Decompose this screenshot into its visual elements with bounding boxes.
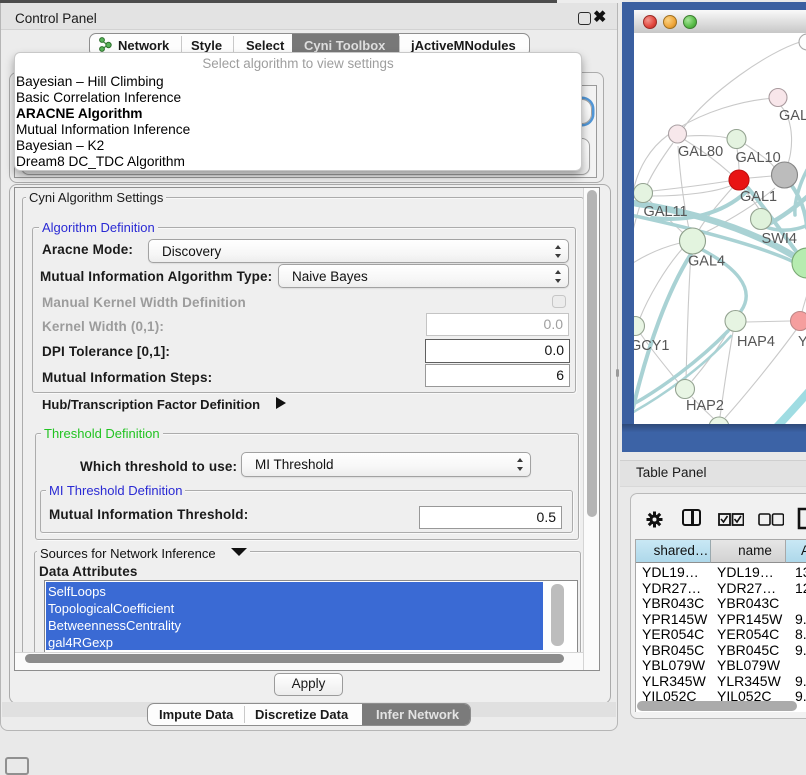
svg-text:HAP2: HAP2 xyxy=(686,398,724,414)
svg-text:HAP4: HAP4 xyxy=(737,334,775,350)
svg-text:GAL7: GAL7 xyxy=(779,108,806,124)
svg-text:GAL80: GAL80 xyxy=(678,144,723,160)
svg-text:GCY1: GCY1 xyxy=(634,338,670,354)
svg-text:GAL1: GAL1 xyxy=(740,189,777,205)
svg-text:GAL10: GAL10 xyxy=(736,150,781,166)
svg-text:GAL11: GAL11 xyxy=(644,204,688,220)
svg-text:Y: Y xyxy=(798,334,806,350)
svg-text:GAL4: GAL4 xyxy=(688,254,725,270)
svg-text:SWI4: SWI4 xyxy=(762,231,797,247)
